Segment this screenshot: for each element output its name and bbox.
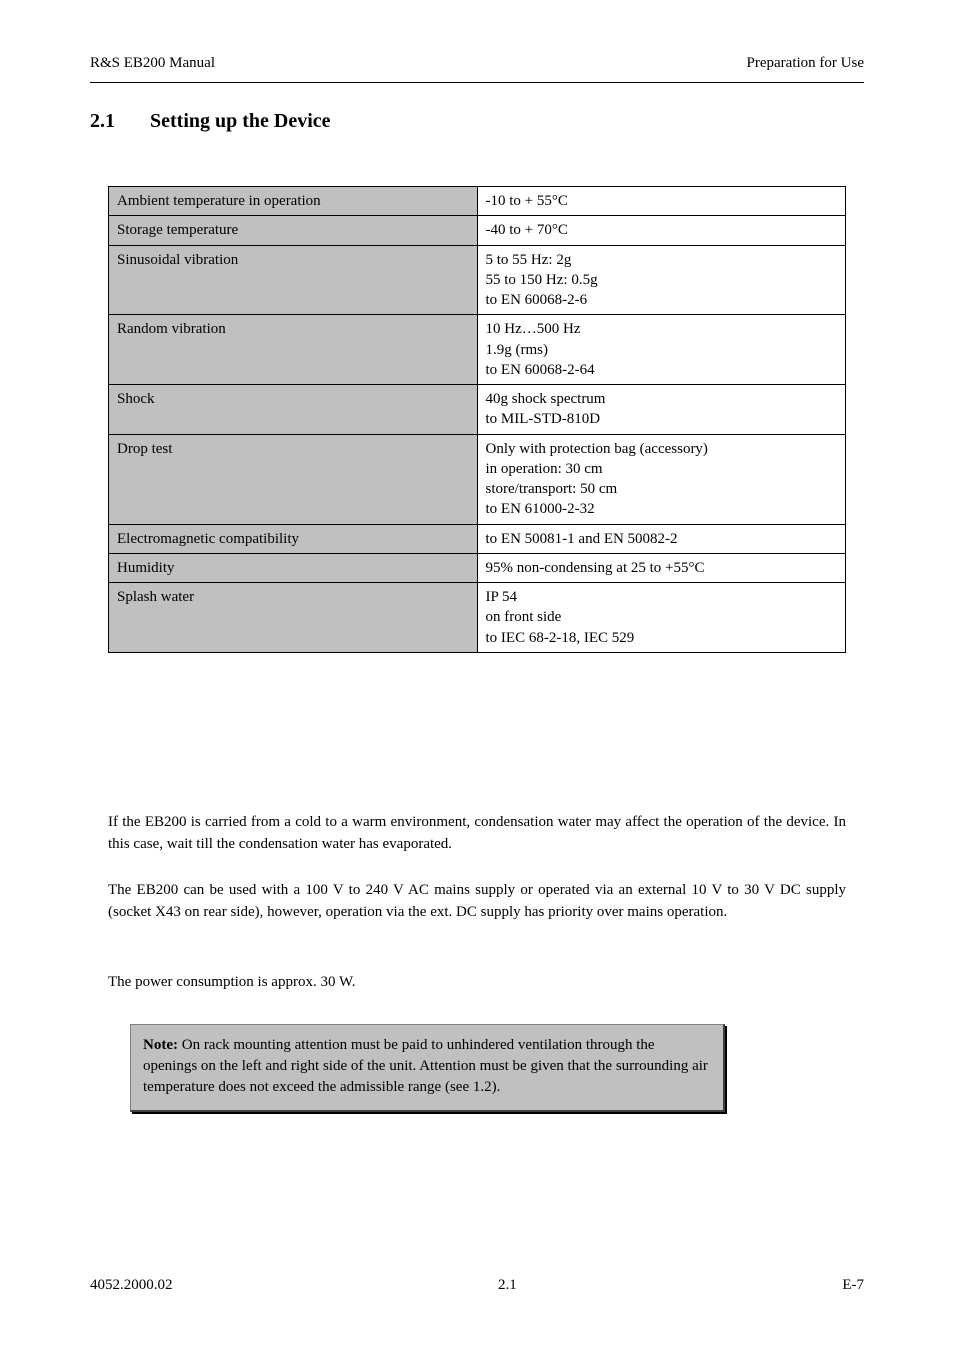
spec-value: to EN 50081-1 and EN 50082-2: [477, 524, 846, 553]
note-box: Note: On rack mounting attention must be…: [130, 1024, 725, 1112]
spec-table: Ambient temperature in operation-10 to +…: [108, 186, 846, 653]
footer-center: 2.1: [498, 1277, 517, 1294]
table-row: Drop testOnly with protection bag (acces…: [109, 434, 846, 524]
footer-left: 4052.2000.02: [90, 1277, 173, 1294]
page-header: R&S EB200 Manual Preparation for Use: [90, 55, 864, 72]
page: R&S EB200 Manual Preparation for Use 2.1…: [0, 0, 954, 1350]
note-body: On rack mounting attention must be paid …: [143, 1037, 708, 1095]
spec-value: -40 to + 70°C: [477, 216, 846, 245]
spec-value: 10 Hz…500 Hz1.9g (rms)to EN 60068-2-64: [477, 315, 846, 385]
section-number: 2.1: [90, 110, 115, 133]
table-row: Ambient temperature in operation-10 to +…: [109, 187, 846, 216]
table-row: Random vibration10 Hz…500 Hz1.9g (rms)to…: [109, 315, 846, 385]
spec-value: 40g shock spectrumto MIL-STD-810D: [477, 385, 846, 435]
spec-label: Ambient temperature in operation: [109, 187, 478, 216]
section-title: Setting up the Device: [150, 110, 331, 133]
spec-label: Electromagnetic compatibility: [109, 524, 478, 553]
paragraph-condensation: If the EB200 is carried from a cold to a…: [108, 812, 846, 856]
spec-label: Sinusoidal vibration: [109, 245, 478, 315]
header-left: R&S EB200 Manual: [90, 55, 215, 72]
header-right: Preparation for Use: [747, 55, 864, 72]
table-row: Shock40g shock spectrumto MIL-STD-810D: [109, 385, 846, 435]
header-rule: [90, 82, 864, 83]
page-footer: 4052.2000.02 2.1 E-7: [90, 1277, 864, 1294]
spec-label: Humidity: [109, 553, 478, 582]
spec-value: IP 54on front side to IEC 68-2-18, IEC 5…: [477, 583, 846, 653]
spec-label: Storage temperature: [109, 216, 478, 245]
spec-value: 95% non-condensing at 25 to +55°C: [477, 553, 846, 582]
spec-label: Random vibration: [109, 315, 478, 385]
paragraph-power: The EB200 can be used with a 100 V to 24…: [108, 880, 846, 924]
spec-label: Splash water: [109, 583, 478, 653]
spec-value: Only with protection bag (accessory)in o…: [477, 434, 846, 524]
table-row: Splash waterIP 54on front side to IEC 68…: [109, 583, 846, 653]
note-label: Note:: [143, 1037, 178, 1053]
spec-label: Shock: [109, 385, 478, 435]
table-row: Humidity95% non-condensing at 25 to +55°…: [109, 553, 846, 582]
spec-label: Drop test: [109, 434, 478, 524]
spec-value: 5 to 55 Hz: 2g55 to 150 Hz: 0.5gto EN 60…: [477, 245, 846, 315]
spec-value: -10 to + 55°C: [477, 187, 846, 216]
footer-right: E-7: [842, 1277, 864, 1294]
table-row: Storage temperature-40 to + 70°C: [109, 216, 846, 245]
paragraph-consumption: The power consumption is approx. 30 W.: [108, 972, 846, 994]
table-row: Electromagnetic compatibilityto EN 50081…: [109, 524, 846, 553]
table-row: Sinusoidal vibration5 to 55 Hz: 2g55 to …: [109, 245, 846, 315]
